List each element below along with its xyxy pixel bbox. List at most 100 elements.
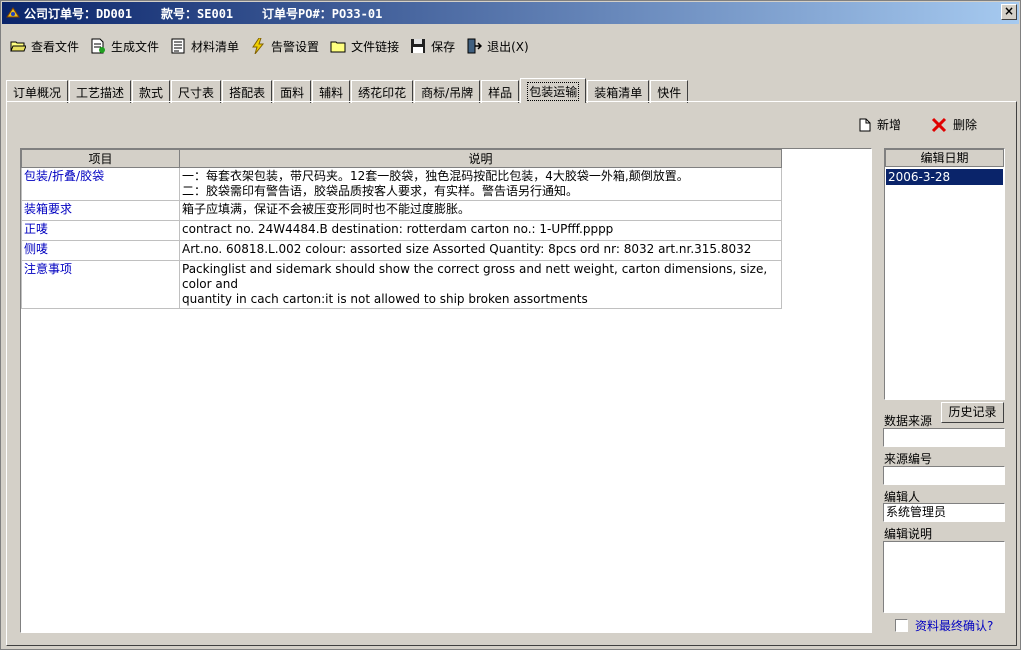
view-file-label: 查看文件 [31,39,80,54]
tab-packing-list[interactable]: 装箱清单 [587,80,650,103]
delete-button[interactable]: 删除 [931,116,977,133]
row-item-cell[interactable]: 包装/折叠/胶袋 [21,167,180,201]
column-header-description[interactable]: 说明 [179,149,782,168]
edit-note-label: 编辑说明 [884,527,933,541]
tab-label: 辅料 [319,85,344,100]
generate-file-button[interactable]: 生成文件 [89,34,159,58]
description-line: Art.no. 60818.L.002 colour: assorted siz… [182,242,752,256]
tab-fabric[interactable]: 面料 [273,80,312,103]
edit-date-item[interactable]: 2006-3-28 13:58:21 [886,169,1003,200]
tab-label: 工艺描述 [76,85,125,100]
tab-label: 包装运输 [527,81,580,101]
tab-embroidery-print[interactable]: 绣花印花 [351,80,414,103]
data-source-field[interactable] [883,428,1005,447]
title-bar: 公司订单号：DD001 款号：SE001 订单号PO#：PO33-01 × [2,2,1019,24]
save-disk-icon [409,37,427,55]
edit-date-list[interactable]: 编辑日期 2006-3-28 13:58:21 [884,148,1005,400]
delete-x-icon [931,117,947,133]
generate-file-label: 生成文件 [111,39,160,54]
tab-packing-shipping[interactable]: 包装运输 [520,78,587,103]
row-item-cell[interactable]: 注意事项 [21,260,180,309]
tab-label: 样品 [488,85,513,100]
material-list-icon [169,37,187,55]
source-no-label: 来源编号 [884,452,933,466]
tab-express[interactable]: 快件 [650,80,689,103]
edit-note-field[interactable] [883,541,1005,613]
description-line: 一：每套衣架包装，带尺码夹。12套一胶袋，独色混码按配比包装，4大胶袋一外箱,颠… [182,169,689,183]
tab-process-description[interactable]: 工艺描述 [69,80,132,103]
exit-button[interactable]: 退出(X) [465,34,529,58]
description-line: Packinglist and sidemark should show the… [182,262,768,291]
tab-label: 商标/吊牌 [421,85,474,100]
final-confirm-label: 资料最终确认? [915,619,994,633]
row-description-cell[interactable]: 箱子应填满，保证不会被压变形同时也不能过度膨胀。 [179,200,782,221]
save-button[interactable]: 保存 [409,34,455,58]
exit-label: 退出(X) [487,39,529,54]
open-folder-icon [9,37,27,55]
table-row[interactable]: 注意事项 Packinglist and sidemark should sho… [21,260,782,309]
editor-field[interactable]: 系统管理员 [883,503,1005,522]
view-file-button[interactable]: 查看文件 [9,34,79,58]
new-document-icon [859,118,871,132]
toolbar: 查看文件 生成文件 材料清单 告警设置 文件链接 保存 退出(X) [9,33,539,59]
tab-label: 尺寸表 [178,85,215,100]
material-list-button[interactable]: 材料清单 [169,34,239,58]
close-button[interactable]: × [1001,4,1017,20]
tab-label: 款式 [139,85,164,100]
save-label: 保存 [431,39,456,54]
description-line: 箱子应填满，保证不会被压变形同时也不能过度膨胀。 [182,202,471,216]
tab-accessories[interactable]: 辅料 [312,80,351,103]
row-item-cell[interactable]: 正唛 [21,220,180,241]
row-description-cell[interactable]: 一：每套衣架包装，带尺码夹。12套一胶袋，独色混码按配比包装，4大胶袋一外箱,颠… [179,167,782,201]
history-button[interactable]: 历史记录 [941,402,1004,423]
tab-label: 快件 [657,85,682,100]
packing-table: 项目 说明 包装/折叠/胶袋 一：每套衣架包装，带尺码夹。12套一胶袋，独色混码… [21,149,782,309]
alert-settings-button[interactable]: 告警设置 [249,34,319,58]
tab-style[interactable]: 款式 [132,80,171,103]
checkbox-box[interactable] [895,619,908,632]
tab-samples[interactable]: 样品 [481,80,520,103]
main-window: 公司订单号：DD001 款号：SE001 订单号PO#：PO33-01 × 查看… [0,0,1021,650]
edit-date-header: 编辑日期 [885,149,1004,167]
table-row[interactable]: 侧唛 Art.no. 60818.L.002 colour: assorted … [21,240,782,261]
packing-grid[interactable]: 项目 说明 包装/折叠/胶袋 一：每套衣架包装，带尺码夹。12套一胶袋，独色混码… [20,148,872,633]
description-line: quantity in cach carton:it is not allowe… [182,292,588,306]
table-row[interactable]: 正唛 contract no. 24W4484.B destination: r… [21,220,782,241]
file-link-label: 文件链接 [351,39,400,54]
tab-order-overview[interactable]: 订单概况 [6,80,69,103]
tab-label: 搭配表 [229,85,266,100]
tab-strip: 订单概况 工艺描述 款式 尺寸表 搭配表 面料 辅料 绣花印花 商标/吊牌 样品… [6,78,689,103]
row-description-cell[interactable]: Art.no. 60818.L.002 colour: assorted siz… [179,240,782,261]
row-description-cell[interactable]: contract no. 24W4484.B destination: rott… [179,220,782,241]
window-title: 公司订单号：DD001 款号：SE001 订单号PO#：PO33-01 [24,6,383,21]
alert-settings-label: 告警设置 [271,39,320,54]
column-header-item[interactable]: 项目 [21,149,180,168]
table-row[interactable]: 装箱要求 箱子应填满，保证不会被压变形同时也不能过度膨胀。 [21,200,782,221]
lightning-icon [249,37,267,55]
panel-actions: 新增 删除 [859,116,1007,133]
tab-label: 面料 [280,85,305,100]
table-row[interactable]: 包装/折叠/胶袋 一：每套衣架包装，带尺码夹。12套一胶袋，独色混码按配比包装，… [21,167,782,201]
folder-icon [329,37,347,55]
delete-label: 删除 [953,118,978,132]
tab-label: 订单概况 [13,85,62,100]
add-button[interactable]: 新增 [859,116,901,133]
description-line: 二：胶袋需印有警告语，胶袋品质按客人要求，有实样。警告语另行通知。 [182,184,579,198]
app-icon [6,6,20,20]
tab-label: 绣花印花 [358,85,407,100]
row-item-cell[interactable]: 装箱要求 [21,200,180,221]
row-description-cell[interactable]: Packinglist and sidemark should show the… [179,260,782,309]
file-link-button[interactable]: 文件链接 [329,34,399,58]
data-source-label: 数据来源 [884,414,933,428]
tab-labels-tags[interactable]: 商标/吊牌 [414,80,481,103]
tab-matching-table[interactable]: 搭配表 [222,80,273,103]
row-item-cell[interactable]: 侧唛 [21,240,180,261]
material-list-label: 材料清单 [191,39,240,54]
tab-size-chart[interactable]: 尺寸表 [171,80,222,103]
description-line: contract no. 24W4484.B destination: rott… [182,222,614,236]
tab-label: 装箱清单 [594,85,643,100]
final-confirm-checkbox[interactable]: 资料最终确认? [895,617,993,634]
exit-door-icon [465,37,483,55]
generate-file-icon [89,37,107,55]
source-no-field[interactable] [883,466,1005,485]
